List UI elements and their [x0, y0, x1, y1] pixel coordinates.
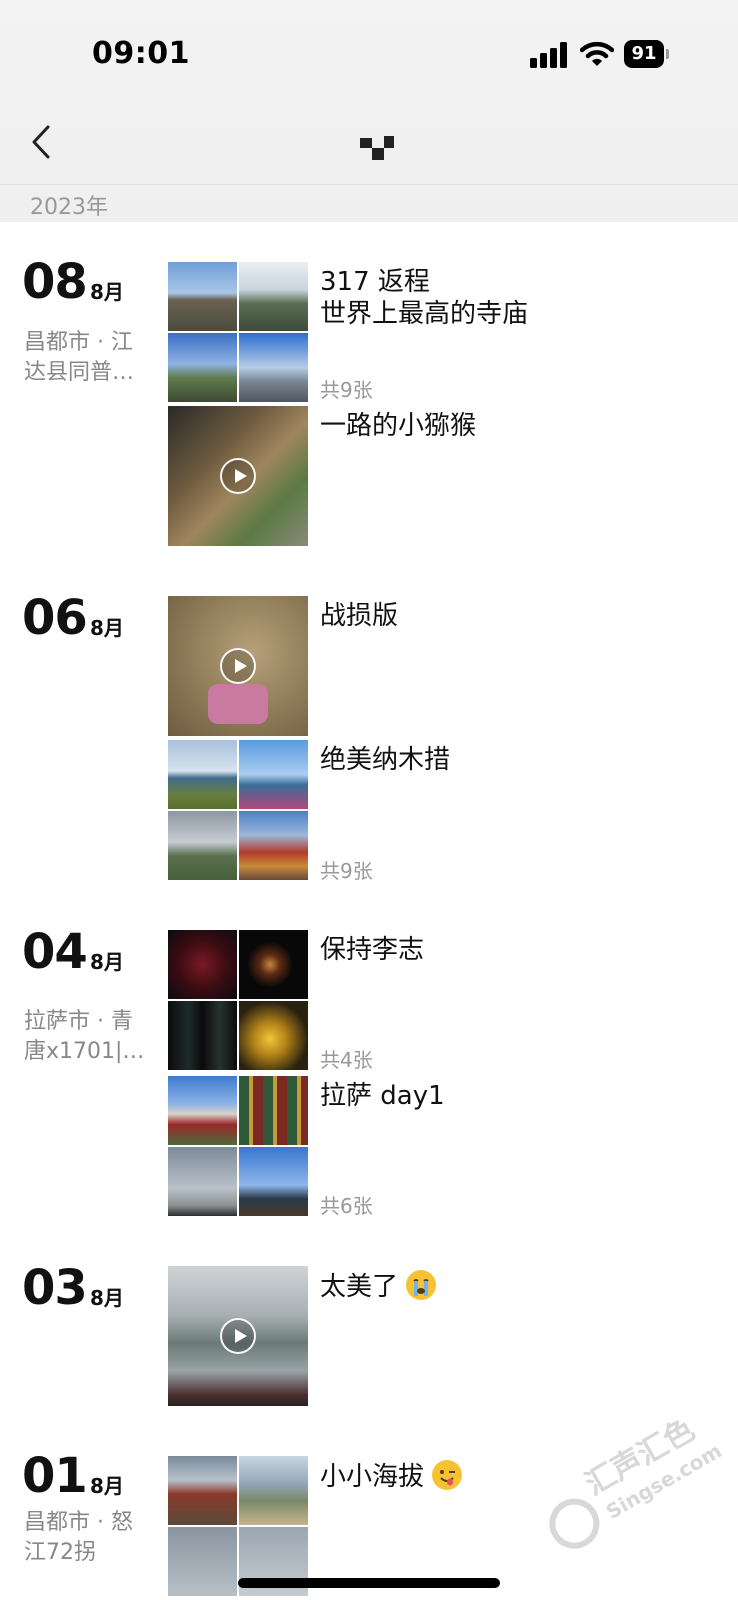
shoe-shape: [208, 684, 268, 724]
post-caption-row: 太美了: [320, 1270, 437, 1303]
day-number: 08: [22, 254, 88, 310]
photo-cell: [239, 333, 308, 402]
photo-count: 共4张: [320, 1048, 373, 1072]
photo-grid-thumbnail[interactable]: [168, 262, 308, 402]
photo-cell: [239, 930, 308, 999]
photo-cell: [168, 811, 237, 880]
photo-cell: [239, 1147, 308, 1216]
day-number: 03: [22, 1260, 88, 1316]
photo-cell: [168, 1147, 237, 1216]
photo-cell: [168, 333, 237, 402]
post-caption: 绝美纳木措: [320, 745, 451, 775]
photo-cell: [168, 1456, 237, 1525]
post-caption-row: 小小海拔: [320, 1460, 463, 1493]
day-month: 8月: [90, 616, 124, 640]
day-month: 8月: [90, 1286, 124, 1310]
location-text: 拉萨市 · 青唐x1701|…: [24, 1009, 145, 1064]
post-caption: 战损版: [320, 601, 399, 631]
post-caption: 小小海拔: [320, 1462, 425, 1492]
day-month: 8月: [90, 280, 124, 304]
location-text: 昌都市 · 怒江72拐: [24, 1510, 133, 1565]
battery-tip: [666, 49, 669, 59]
post-caption: 拉萨 day1: [320, 1081, 445, 1111]
crying-face-emoji-icon: [406, 1270, 437, 1300]
nav-header: 09:01 91 2023年: [0, 0, 738, 222]
pixelated-avatar-icon: [360, 136, 394, 160]
battery-indicator: 91: [624, 40, 669, 68]
year-label: 2023年: [30, 195, 108, 220]
home-indicator[interactable]: [238, 1578, 500, 1588]
photo-cell: [239, 1456, 308, 1525]
photo-count: 共9张: [320, 378, 373, 402]
photo-cell: [168, 1527, 237, 1596]
photo-grid-thumbnail[interactable]: [168, 930, 308, 1070]
photo-cell: [239, 740, 308, 809]
day-month: 8月: [90, 950, 124, 974]
photo-cell: [168, 262, 237, 331]
post-caption: 太美了: [320, 1272, 399, 1302]
header-divider: [0, 184, 738, 185]
watermark: 汇声汇色 Singse.com: [513, 1378, 738, 1582]
status-time: 09:01: [92, 36, 190, 71]
battery-level: 91: [624, 40, 664, 68]
photo-cell: [239, 811, 308, 880]
video-thumbnail[interactable]: [168, 406, 308, 546]
post-caption: 一路的小猕猴: [320, 411, 477, 441]
post-caption: 317 返程 世界上最高的寺庙: [320, 267, 529, 329]
video-thumbnail[interactable]: [168, 1266, 308, 1406]
photo-cell: [168, 1001, 237, 1070]
video-thumbnail[interactable]: [168, 596, 308, 736]
cellular-signal-icon: [530, 42, 567, 68]
day-number: 04: [22, 924, 88, 980]
wifi-icon: [580, 41, 614, 66]
day-number: 06: [22, 590, 88, 646]
photo-cell: [239, 262, 308, 331]
post-caption: 保持李志: [320, 935, 425, 965]
photo-cell: [168, 930, 237, 999]
play-icon: [220, 1318, 256, 1354]
watermark-logo: 汇声汇色 Singse.com: [549, 1412, 726, 1549]
photo-cell: [168, 740, 237, 809]
photo-cell: [239, 1076, 308, 1145]
play-icon: [220, 458, 256, 494]
photo-count: 共6张: [320, 1194, 373, 1218]
photo-cell: [168, 1076, 237, 1145]
photo-grid-thumbnail[interactable]: [168, 740, 308, 880]
day-month: 8月: [90, 1474, 124, 1498]
photo-count: 共9张: [320, 859, 373, 883]
back-chevron-icon[interactable]: [28, 124, 54, 160]
photo-grid-thumbnail[interactable]: [168, 1076, 308, 1216]
day-number: 01: [22, 1448, 88, 1504]
location-text: 昌都市 · 江达县同普…: [24, 330, 135, 385]
play-icon: [220, 648, 256, 684]
photo-cell: [239, 1001, 308, 1070]
winking-tongue-emoji-icon: [432, 1460, 463, 1490]
